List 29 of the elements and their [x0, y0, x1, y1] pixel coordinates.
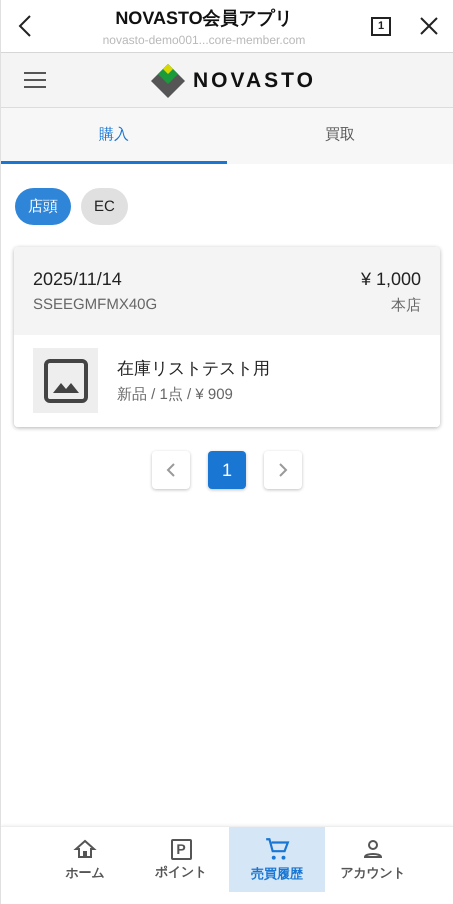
order-code: SSEEGMFMX40G — [33, 296, 158, 315]
product-name: 在庫リストテスト用 — [117, 358, 270, 380]
order-date: 2025/11/14 — [33, 269, 123, 290]
nav-item[interactable]: P ポイント — [133, 827, 229, 892]
cart-icon — [264, 836, 290, 862]
person-icon — [361, 837, 385, 861]
chevron-right-icon — [278, 462, 288, 478]
nav-item[interactable]: アカウント — [325, 827, 421, 892]
previous-page-button[interactable] — [152, 451, 190, 489]
page-button[interactable]: 1 — [208, 451, 246, 489]
product-detail: 新品 / 1点 / ¥ 909 — [117, 385, 234, 404]
filter-chip[interactable]: 店頭 — [15, 188, 71, 225]
diamond-logo-icon — [151, 64, 185, 98]
store-name: 本店 — [390, 296, 421, 315]
filter-chip[interactable]: EC — [81, 188, 128, 225]
parking-icon: P — [170, 838, 192, 860]
tab-count-button[interactable]: 1 — [371, 16, 391, 36]
image-icon — [44, 358, 88, 402]
tab[interactable]: 購入 — [1, 108, 227, 164]
page-url: novasto-demo001...core-member.com — [102, 32, 306, 46]
nav-item[interactable]: ホーム — [37, 827, 133, 892]
window-title: NOVASTO会員アプリ — [115, 6, 293, 30]
next-page-button[interactable] — [264, 451, 302, 489]
nav-item[interactable]: 売買履歴 — [229, 827, 325, 892]
tab[interactable]: 買取 — [227, 108, 453, 164]
logo-text: NOVASTO — [193, 69, 316, 93]
chevron-left-icon — [166, 462, 176, 478]
order-total: ¥ 1,000 — [360, 269, 421, 290]
home-icon — [73, 837, 97, 861]
